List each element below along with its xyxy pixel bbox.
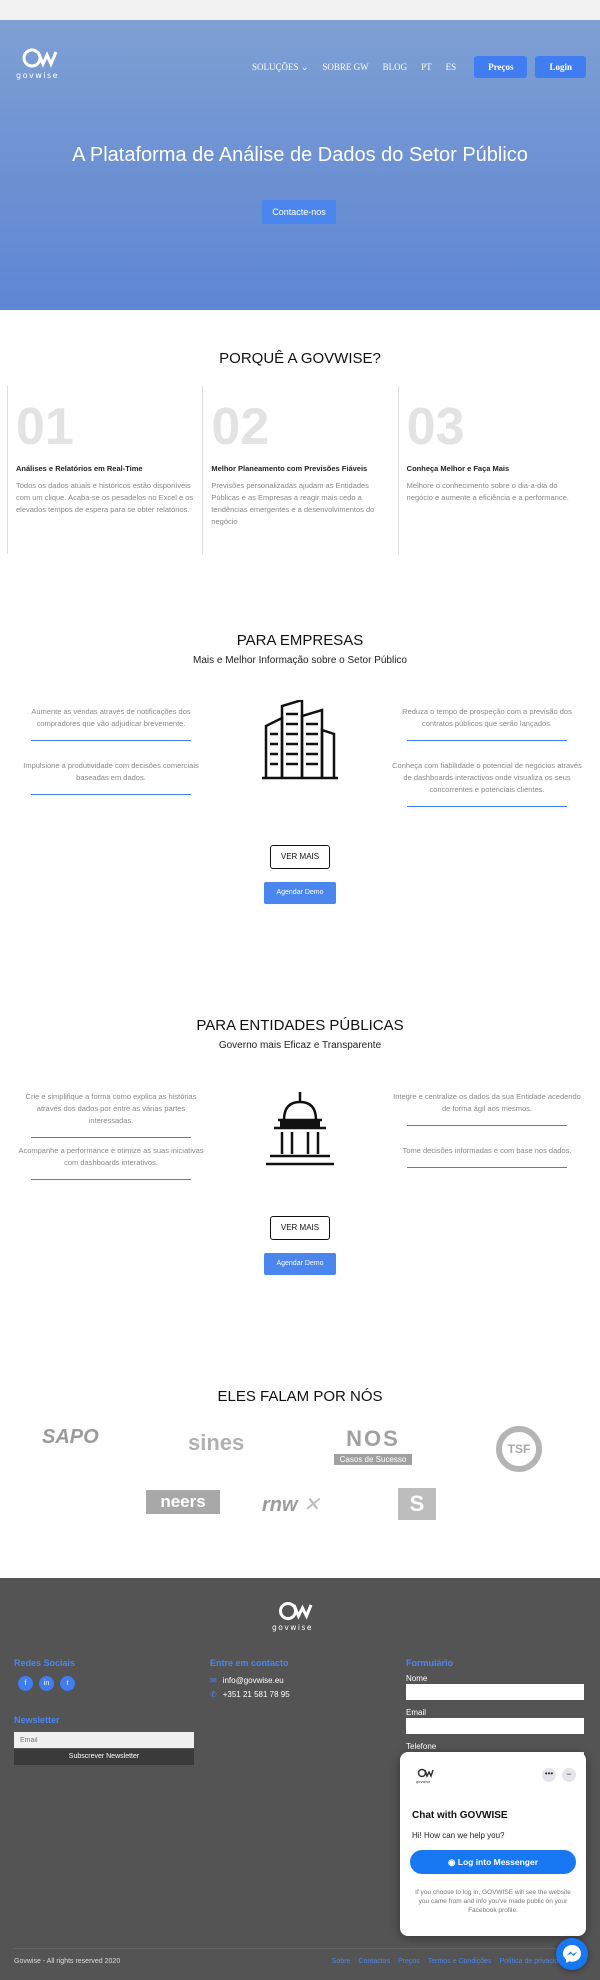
why-text: Previsões personalizadas ajudam as Entid… — [211, 481, 375, 526]
chat-logo-text: govwise — [416, 1780, 430, 1784]
footer-logo[interactable]: govwise — [270, 1600, 330, 1634]
mail-icon: ✉ — [210, 1676, 217, 1685]
footer-divider — [14, 1948, 586, 1949]
govwise-logo[interactable]: govwise — [14, 46, 76, 82]
press-logo-rnw[interactable]: rnw ✕ — [262, 1492, 320, 1517]
footer-link-sobre[interactable]: Sobre — [332, 1958, 351, 1965]
contact-heading: Entre em contacto — [210, 1658, 289, 1668]
nav-lang-pt[interactable]: PT — [421, 62, 432, 72]
why-title: PORQUÊ A GOVWISE? — [219, 350, 381, 367]
why-item: 01 Análises e Relatórios em Real-Time To… — [7, 386, 202, 554]
entidades-more-button[interactable]: VER MAIS — [270, 1216, 330, 1240]
entidades-subtitle: Governo mais Eficaz e Transparente — [218, 1040, 382, 1051]
entidades-feature: Integre e centralize os dados da sua Ent… — [392, 1091, 582, 1126]
press-logo-nos[interactable]: NOS Casos de Sucesso — [334, 1426, 412, 1474]
footer-link-precos[interactable]: Preços — [398, 1958, 420, 1965]
why-item: 02 Melhor Planeamento com Previsões Fiáv… — [202, 386, 397, 554]
why-text: Melhore o conhecimento sobre o dia-a-dia… — [406, 481, 569, 502]
subscribe-button[interactable]: Subscrever Newsletter — [14, 1749, 194, 1765]
press-logo-sines[interactable]: sines — [188, 1430, 244, 1456]
form-name-input[interactable] — [406, 1684, 584, 1700]
copyright: Govwise - All rights reserved 2020 — [14, 1958, 121, 1965]
press-logo-s[interactable]: S — [398, 1488, 436, 1520]
entidades-title: PARA ENTIDADES PÚBLICAS — [196, 1017, 404, 1034]
hero-title: A Plataforma de Análise de Dados do Seto… — [72, 144, 528, 166]
footer-link-termos[interactable]: Termos e Condições — [428, 1958, 492, 1965]
press-logo-sapo[interactable]: SAPO — [42, 1426, 99, 1449]
main-nav: SOLUÇÕES ⌄ SOBRE GW BLOG PT ES Preços Lo… — [252, 56, 586, 78]
messenger-chat-widget: govwise ••• − Chat with GOVWISE Hi! How … — [400, 1752, 586, 1936]
nav-blog[interactable]: BLOG — [383, 62, 408, 72]
empresas-demo-button[interactable]: Agendar Demo — [264, 882, 336, 904]
empresas-more-button[interactable]: VER MAIS — [270, 845, 330, 869]
contact-email[interactable]: ✉ info@govwise.eu — [210, 1676, 284, 1685]
contact-button[interactable]: Contacte-nos — [262, 200, 336, 224]
why-heading: Análises e Relatórios em Real-Time — [16, 464, 143, 473]
hero-section: govwise SOLUÇÕES ⌄ SOBRE GW BLOG PT ES P… — [0, 20, 600, 310]
empresas-title: PARA EMPRESAS — [236, 632, 364, 649]
footer-logo-text: govwise — [272, 1623, 313, 1632]
why-heading: Melhor Planeamento com Previsões Fiáveis — [211, 464, 368, 473]
social-heading: Redes Sociais — [14, 1658, 76, 1668]
government-building-icon — [266, 1092, 334, 1166]
linkedin-icon[interactable]: in — [39, 1676, 54, 1691]
messenger-launcher-icon[interactable] — [556, 1938, 588, 1970]
press-logo-neers[interactable]: neers — [146, 1490, 220, 1514]
entidades-feature: Acompanhe a performance e otimize as sua… — [16, 1145, 206, 1180]
hero-background-pattern — [0, 20, 600, 52]
newsletter-email-input[interactable] — [14, 1732, 194, 1748]
messenger-small-icon: ◉ — [447, 1857, 456, 1867]
entidades-demo-button[interactable]: Agendar Demo — [264, 1253, 336, 1275]
why-columns: 01 Análises e Relatórios em Real-Time To… — [7, 386, 593, 554]
form-label-phone: Telefone — [406, 1742, 437, 1751]
nav-lang-es[interactable]: ES — [446, 62, 457, 72]
nav-solucoes[interactable]: SOLUÇÕES ⌄ — [252, 62, 308, 73]
empresas-feature: Conheça com fiabilidade o potencial de n… — [392, 760, 582, 807]
press-title: ELES FALAM POR NÓS — [217, 1388, 383, 1405]
nos-wordmark: NOS — [346, 1426, 400, 1451]
form-heading: Formulário — [406, 1658, 454, 1668]
why-number: 02 — [211, 398, 270, 456]
chat-subtitle: Hi! How can we help you? — [412, 1831, 505, 1840]
nos-caption: Casos de Sucesso — [334, 1454, 412, 1465]
chat-minimize-icon[interactable]: − — [562, 1768, 576, 1782]
empresas-feature: Reduza o tempo de prospeção com a previs… — [392, 706, 582, 741]
newsletter-heading: Newsletter — [14, 1715, 60, 1725]
messenger-login-button[interactable]: ◉ Log into Messenger — [410, 1850, 576, 1874]
top-strip — [0, 0, 600, 20]
form-label-name: Nome — [406, 1674, 428, 1683]
nav-sobre[interactable]: SOBRE GW — [322, 62, 368, 72]
footer-link-contactos[interactable]: Contactos — [358, 1958, 390, 1965]
social-links: f in t — [18, 1676, 81, 1691]
logo-text: govwise — [16, 71, 59, 80]
why-item: 03 Conheça Melhor e Faça Mais Melhore o … — [397, 386, 593, 554]
empresas-feature: Aumente as vendas através de notificaçõe… — [16, 706, 206, 741]
why-number: 01 — [16, 398, 74, 456]
twitter-icon[interactable]: t — [60, 1676, 75, 1691]
why-text: Todos os dados atuais e históricos estão… — [16, 481, 194, 514]
facebook-icon[interactable]: f — [18, 1676, 33, 1691]
footer-links: Sobre Contactos Preços Termos e Condiçõe… — [324, 1958, 570, 1965]
press-logo-tsf[interactable]: TSF — [496, 1426, 542, 1472]
empresas-subtitle: Mais e Melhor Informação sobre o Setor P… — [193, 655, 407, 666]
chat-options-icon[interactable]: ••• — [542, 1768, 556, 1782]
entidades-feature: Tome decisões informadas e com base nos … — [392, 1145, 582, 1168]
entidades-feature: Crie e simplifique a forma como explica … — [16, 1091, 206, 1138]
empresas-feature: Impulsione a produtividade com decisões … — [16, 760, 206, 795]
phone-icon: ✆ — [210, 1690, 217, 1699]
why-heading: Conheça Melhor e Faça Mais — [406, 464, 510, 473]
buildings-icon — [262, 700, 338, 780]
why-number: 03 — [406, 398, 465, 456]
login-button[interactable]: Login — [535, 56, 586, 78]
contact-phone[interactable]: ✆ +351 21 581 78 95 — [210, 1690, 290, 1699]
form-email-input[interactable] — [406, 1718, 584, 1734]
form-label-email: Email — [406, 1708, 427, 1717]
chat-logo: govwise — [416, 1768, 434, 1784]
chat-title: Chat with GOVWISE — [412, 1810, 508, 1821]
prices-button[interactable]: Preços — [474, 56, 528, 78]
chat-fine-print: If you choose to log in, GOVWISE will se… — [415, 1889, 571, 1914]
